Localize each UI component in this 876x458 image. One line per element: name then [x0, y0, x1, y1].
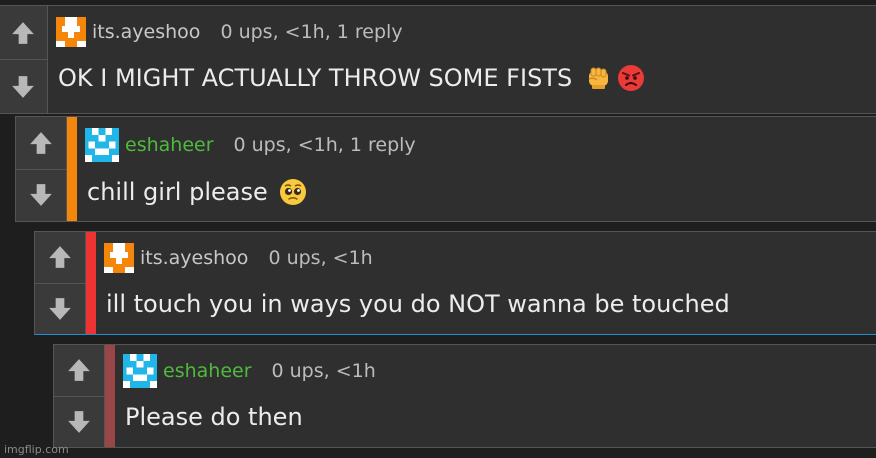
downvote-button[interactable] — [0, 59, 47, 113]
comment-text: chill girl please — [87, 172, 308, 212]
comment-content: its.ayeshoo 0 ups, <1h ill touch you in … — [96, 232, 876, 334]
comment-meta: 0 ups, <1h — [268, 247, 373, 269]
username-link[interactable]: its.ayeshoo — [92, 21, 200, 43]
comment-header: its.ayeshoo 0 ups, <1h, 1 reply — [56, 15, 403, 49]
upvote-button[interactable] — [16, 117, 66, 169]
comment-1: its.ayeshoo 0 ups, <1h, 1 reply OK I MIG… — [0, 5, 876, 114]
vote-column — [54, 345, 105, 447]
vote-column — [35, 232, 86, 334]
comment-header: eshaheer 0 ups, <1h, 1 reply — [85, 128, 416, 162]
upvote-button[interactable] — [0, 6, 47, 59]
comment-text-body: chill girl please — [87, 178, 268, 206]
comment-text: ill touch you in ways you do NOT wanna b… — [106, 284, 730, 324]
comment-header: its.ayeshoo 0 ups, <1h — [104, 241, 373, 275]
vote-column — [16, 117, 67, 221]
comment-text: OK I MIGHT ACTUALLY THROW SOME FISTS — [58, 58, 646, 98]
thread-depth-bar — [105, 345, 115, 447]
up-arrow-icon — [47, 244, 73, 270]
comment-content: eshaheer 0 ups, <1h, 1 reply chill girl … — [77, 117, 876, 221]
comment-text-body: Please do then — [125, 403, 303, 431]
up-arrow-icon — [66, 357, 92, 383]
fist-emoji — [584, 63, 614, 93]
upvote-button[interactable] — [54, 345, 104, 396]
down-arrow-icon — [28, 182, 54, 208]
comment-header: eshaheer 0 ups, <1h — [123, 354, 376, 388]
comment-2: eshaheer 0 ups, <1h, 1 reply chill girl … — [15, 116, 876, 222]
username-link[interactable]: eshaheer — [125, 134, 214, 156]
blue-pixel-avatar[interactable] — [85, 128, 119, 162]
down-arrow-icon — [66, 409, 92, 435]
orange-pixel-avatar[interactable] — [104, 243, 134, 273]
vote-column — [0, 6, 48, 113]
downvote-button[interactable] — [54, 395, 104, 448]
down-arrow-icon — [10, 74, 36, 100]
imgflip-watermark: imgflip.com — [4, 443, 69, 456]
orange-pixel-avatar[interactable] — [56, 17, 86, 47]
downvote-button[interactable] — [16, 168, 66, 222]
comment-3: its.ayeshoo 0 ups, <1h ill touch you in … — [34, 231, 876, 335]
comment-text-body: OK I MIGHT ACTUALLY THROW SOME FISTS — [58, 64, 573, 92]
pleading-face-emoji — [278, 177, 308, 207]
username-link[interactable]: its.ayeshoo — [140, 247, 248, 269]
comment-meta: 0 ups, <1h — [271, 360, 376, 382]
comment-text: Please do then — [125, 397, 303, 437]
upvote-button[interactable] — [35, 232, 85, 283]
username-link[interactable]: eshaheer — [163, 360, 252, 382]
comment-meta: 0 ups, <1h, 1 reply — [233, 134, 416, 156]
comment-content: eshaheer 0 ups, <1h Please do then — [115, 345, 876, 447]
thread-depth-bar — [86, 232, 96, 334]
downvote-button[interactable] — [35, 282, 85, 335]
blue-pixel-avatar[interactable] — [123, 354, 157, 388]
up-arrow-icon — [28, 130, 54, 156]
comment-text-body: ill touch you in ways you do NOT wanna b… — [106, 290, 730, 318]
comment-4: eshaheer 0 ups, <1h Please do then — [53, 344, 876, 448]
angry-face-emoji — [616, 63, 646, 93]
comment-content: its.ayeshoo 0 ups, <1h, 1 reply OK I MIG… — [48, 6, 876, 113]
comment-meta: 0 ups, <1h, 1 reply — [220, 21, 403, 43]
thread-depth-bar — [67, 117, 77, 221]
down-arrow-icon — [47, 296, 73, 322]
up-arrow-icon — [10, 20, 36, 46]
